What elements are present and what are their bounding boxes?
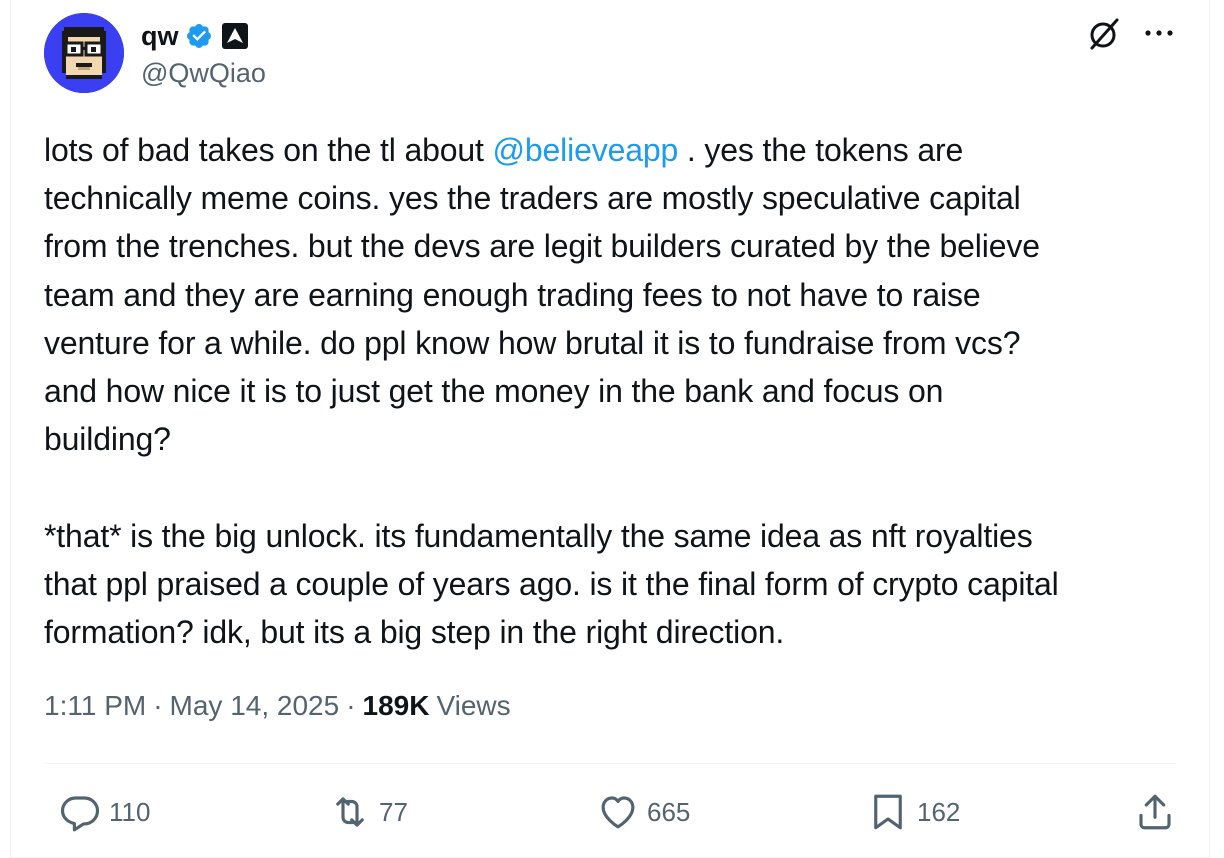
- bookmark-button[interactable]: 162: [867, 782, 960, 842]
- tweet-date[interactable]: May 14, 2025: [170, 690, 340, 722]
- pixel-face-avatar-icon: [44, 13, 124, 93]
- tweet-time[interactable]: 1:11 PM: [44, 690, 146, 722]
- action-bar: 110 77 665 162: [44, 782, 1176, 842]
- verified-badge-icon[interactable]: [185, 22, 213, 50]
- tweet-text-part: . yes the tokens are technically meme co…: [44, 132, 1059, 651]
- avatar[interactable]: [44, 13, 124, 93]
- tweet-meta: 1:11 PM · May 14, 2025 · 189K Views: [44, 690, 511, 722]
- divider: [44, 763, 1176, 764]
- views-count: 189K: [362, 690, 430, 721]
- tweet-card: qw @QwQiao lots of bad takes on the tl a…: [10, 0, 1210, 858]
- grok-icon[interactable]: [1084, 14, 1124, 54]
- author-handle[interactable]: @QwQiao: [141, 58, 266, 89]
- share-icon: [1139, 794, 1171, 830]
- heart-icon: [601, 796, 635, 829]
- reply-button[interactable]: 110: [59, 782, 150, 842]
- meta-separator: ·: [346, 690, 356, 721]
- tweet-text-part: lots of bad takes on the tl about: [44, 132, 493, 168]
- meta-separator: ·: [153, 690, 163, 721]
- like-button[interactable]: 665: [597, 782, 690, 842]
- reply-icon: [60, 796, 100, 832]
- repost-button[interactable]: 77: [329, 782, 408, 842]
- tweet-text: lots of bad takes on the tl about @belie…: [44, 126, 1194, 656]
- author-name-row: qw: [141, 16, 249, 56]
- triangle-logo-icon[interactable]: [221, 22, 249, 50]
- more-icon[interactable]: [1139, 18, 1179, 48]
- bookmark-icon: [874, 794, 902, 830]
- share-button[interactable]: [1134, 782, 1176, 842]
- views-label: Views: [436, 690, 511, 721]
- mention-link[interactable]: @believeapp: [493, 132, 679, 168]
- bookmark-count: 162: [917, 796, 961, 827]
- repost-icon: [336, 797, 364, 827]
- reply-count: 110: [109, 796, 151, 827]
- repost-count: 77: [379, 796, 408, 827]
- like-count: 665: [647, 796, 691, 827]
- display-name[interactable]: qw: [141, 21, 179, 52]
